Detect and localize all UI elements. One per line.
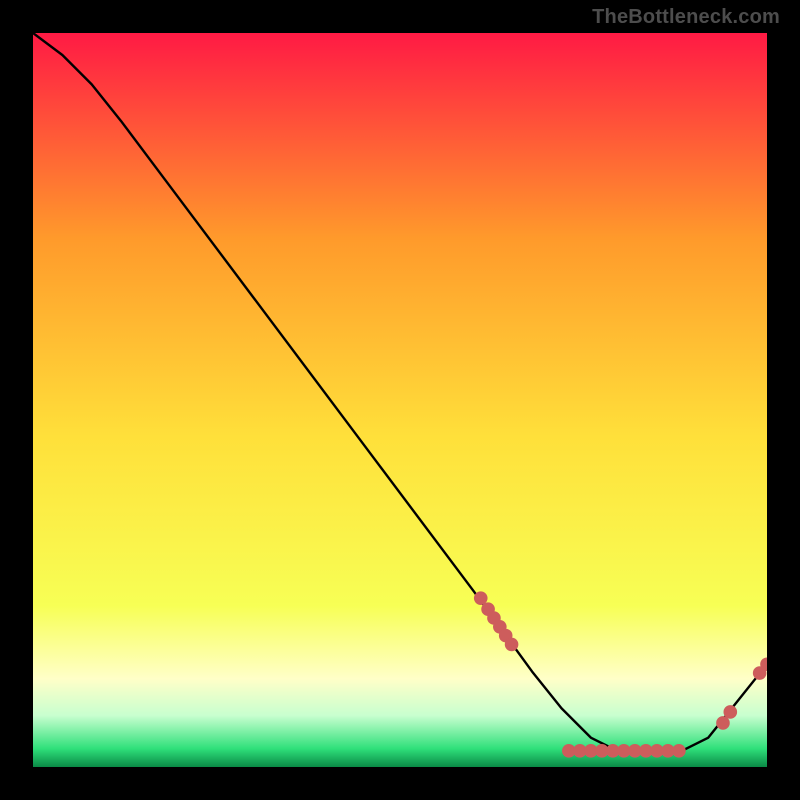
data-point: [505, 638, 519, 652]
plot-area: [33, 33, 767, 767]
chart-svg: [33, 33, 767, 767]
chart-stage: TheBottleneck.com: [0, 0, 800, 800]
data-point: [724, 705, 738, 719]
gradient-background: [33, 33, 767, 767]
data-point: [672, 744, 686, 758]
watermark-text: TheBottleneck.com: [592, 6, 780, 29]
